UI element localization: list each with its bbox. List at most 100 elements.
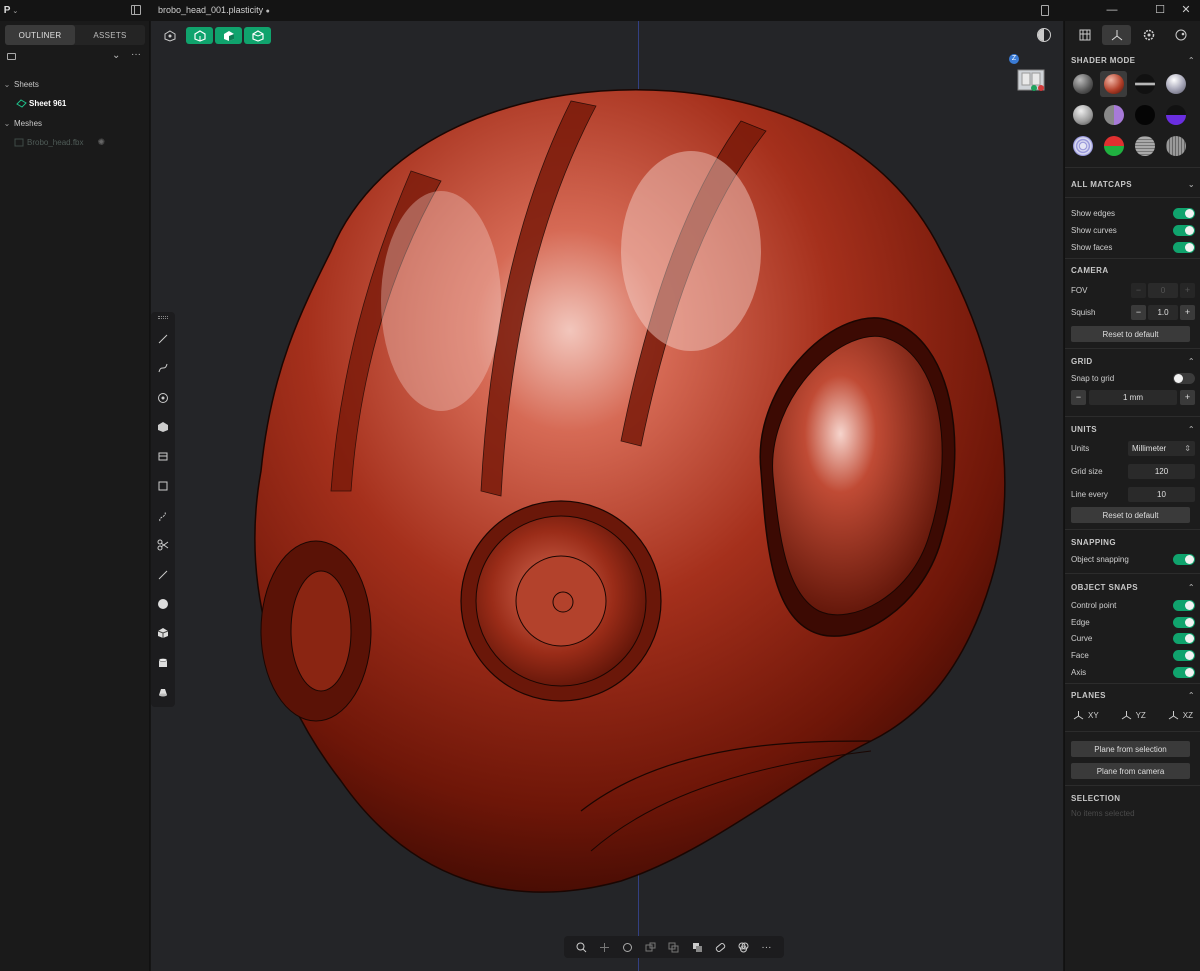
tree-group-sheets[interactable]: ⌄ Sheets	[0, 76, 150, 92]
matcap-black[interactable]	[1135, 105, 1155, 125]
cone-tool[interactable]	[151, 681, 175, 703]
grid-increment-button[interactable]: +	[1180, 389, 1195, 405]
extrude-tool[interactable]	[151, 445, 175, 467]
boolean-button[interactable]	[689, 939, 705, 955]
3d-viewport[interactable]: Z ···	[151, 21, 1063, 971]
panel-toggle-icon[interactable]	[1041, 5, 1049, 16]
section-header-units[interactable]: UNITS ⌃	[1071, 422, 1195, 436]
rectangle-tool[interactable]	[151, 475, 175, 497]
plane-from-selection-button[interactable]: Plane from selection	[1071, 741, 1190, 757]
matcap-stripes[interactable]	[1135, 136, 1155, 156]
scale-button[interactable]	[643, 939, 659, 955]
matcap-gray[interactable]	[1073, 74, 1093, 94]
tab-settings[interactable]	[1135, 25, 1164, 45]
move-icon	[600, 942, 610, 952]
snap-control-point-toggle[interactable]	[1173, 599, 1195, 611]
camera-reset-button[interactable]: Reset to default	[1071, 326, 1190, 342]
section-header-all-matcaps[interactable]: ALL MATCAPS ⌄	[1071, 177, 1195, 191]
tab-assets[interactable]: ASSETS	[75, 25, 145, 45]
more-button[interactable]: ···	[758, 939, 774, 955]
tree-group-meshes[interactable]: ⌄ Meshes	[0, 115, 150, 131]
grid-decrement-button[interactable]: −	[1071, 389, 1086, 405]
matcap-pearl[interactable]	[1166, 74, 1186, 94]
squish-value[interactable]: 1.0	[1148, 304, 1178, 320]
matcap-purple[interactable]	[1166, 105, 1186, 125]
section-header-planes[interactable]: PLANES ⌃	[1071, 688, 1195, 702]
snap-edge-toggle[interactable]	[1173, 616, 1195, 628]
divider	[1065, 731, 1200, 732]
scissors-tool[interactable]	[151, 534, 175, 556]
chevron-down-icon[interactable]: ⌄	[112, 50, 120, 61]
tab-outliner[interactable]: OUTLINER	[5, 25, 75, 45]
duplicate-button[interactable]	[666, 939, 682, 955]
visibility-hidden-icon[interactable]: ✺	[98, 137, 106, 148]
snap-to-grid-toggle[interactable]	[1173, 372, 1195, 384]
tree-item-mesh[interactable]: Brobo_head.fbx ✺	[0, 134, 150, 150]
fillet-curve-tool[interactable]	[151, 564, 175, 586]
section-header-grid[interactable]: GRID ⌃	[1071, 354, 1195, 368]
circle-tool[interactable]	[151, 387, 175, 409]
polygon-tool[interactable]	[151, 416, 175, 438]
sidebar-toggle-icon[interactable]	[131, 5, 141, 15]
section-header-object-snaps[interactable]: OBJECT SNAPS ⌃	[1071, 580, 1195, 594]
snap-control-point-row: Control point	[1071, 598, 1195, 612]
drag-handle-icon[interactable]	[158, 316, 168, 319]
units-select[interactable]: Millimeter ⇕	[1128, 440, 1195, 456]
zoom-button[interactable]	[574, 939, 590, 955]
rotate-button[interactable]	[620, 939, 636, 955]
plane-xz-button[interactable]: XZ	[1168, 708, 1193, 722]
fov-value[interactable]: 0	[1148, 282, 1178, 298]
sphere-tool[interactable]	[151, 593, 175, 615]
more-icon[interactable]: ···	[131, 49, 141, 60]
unsaved-indicator: ●	[265, 8, 270, 15]
matcap-split[interactable]	[1104, 105, 1124, 125]
fov-decrement-button[interactable]: −	[1131, 282, 1146, 298]
spline-tool[interactable]	[151, 505, 175, 527]
matcap-clay[interactable]	[1073, 105, 1093, 125]
curve-tool[interactable]	[151, 357, 175, 379]
box-tool[interactable]	[151, 622, 175, 644]
snap-axis-toggle[interactable]	[1173, 666, 1195, 678]
snap-curve-toggle[interactable]	[1173, 632, 1195, 644]
app-logo[interactable]: P ⌄	[0, 5, 22, 16]
line-every-field[interactable]: 10	[1128, 486, 1195, 502]
section-header-selection[interactable]: SELECTION	[1071, 791, 1195, 805]
fov-increment-button[interactable]: +	[1180, 282, 1195, 298]
matcap-red[interactable]	[1104, 74, 1124, 94]
fillet-button[interactable]	[712, 939, 728, 955]
object-snapping-toggle[interactable]	[1173, 553, 1195, 565]
minimize-button[interactable]: —	[1104, 3, 1120, 17]
matcap-rings[interactable]	[1073, 136, 1093, 156]
matcap-chrome[interactable]	[1135, 74, 1155, 94]
grid-size-value[interactable]: 1 mm	[1089, 389, 1177, 405]
matcap-lines[interactable]	[1166, 136, 1186, 156]
section-header-snapping[interactable]: SNAPPING	[1071, 535, 1195, 549]
maximize-button[interactable]: ☐	[1152, 3, 1168, 17]
snap-face-toggle[interactable]	[1173, 649, 1195, 661]
plane-from-camera-button[interactable]: Plane from camera	[1071, 763, 1190, 779]
matcap-normal[interactable]	[1104, 136, 1124, 156]
grid-size-field[interactable]: 120	[1128, 463, 1195, 479]
units-reset-button[interactable]: Reset to default	[1071, 507, 1190, 523]
tab-viewport[interactable]	[1102, 25, 1132, 45]
move-button[interactable]	[597, 939, 613, 955]
plane-yz-button[interactable]: YZ	[1121, 708, 1146, 722]
tab-theme[interactable]	[1167, 25, 1196, 45]
show-faces-toggle[interactable]	[1173, 241, 1195, 253]
duplicate-icon	[668, 942, 679, 952]
squish-decrement-button[interactable]: −	[1131, 304, 1146, 320]
plane-xy-button[interactable]: XY	[1073, 708, 1099, 722]
helmet-model[interactable]	[151, 21, 1063, 971]
close-window-button[interactable]: ✕	[1178, 3, 1194, 17]
folder-icon[interactable]	[7, 53, 16, 60]
union-button[interactable]	[735, 939, 751, 955]
line-tool[interactable]	[151, 328, 175, 350]
squish-increment-button[interactable]: +	[1180, 304, 1195, 320]
tab-render[interactable]	[1070, 25, 1099, 45]
tree-item-sheet[interactable]: Sheet 961	[0, 95, 150, 111]
section-header-shader-mode[interactable]: SHADER MODE ⌃	[1071, 53, 1195, 67]
section-header-camera[interactable]: CAMERA	[1071, 263, 1195, 277]
cylinder-tool[interactable]	[151, 652, 175, 674]
show-edges-toggle[interactable]	[1173, 207, 1195, 219]
show-curves-toggle[interactable]	[1173, 224, 1195, 236]
